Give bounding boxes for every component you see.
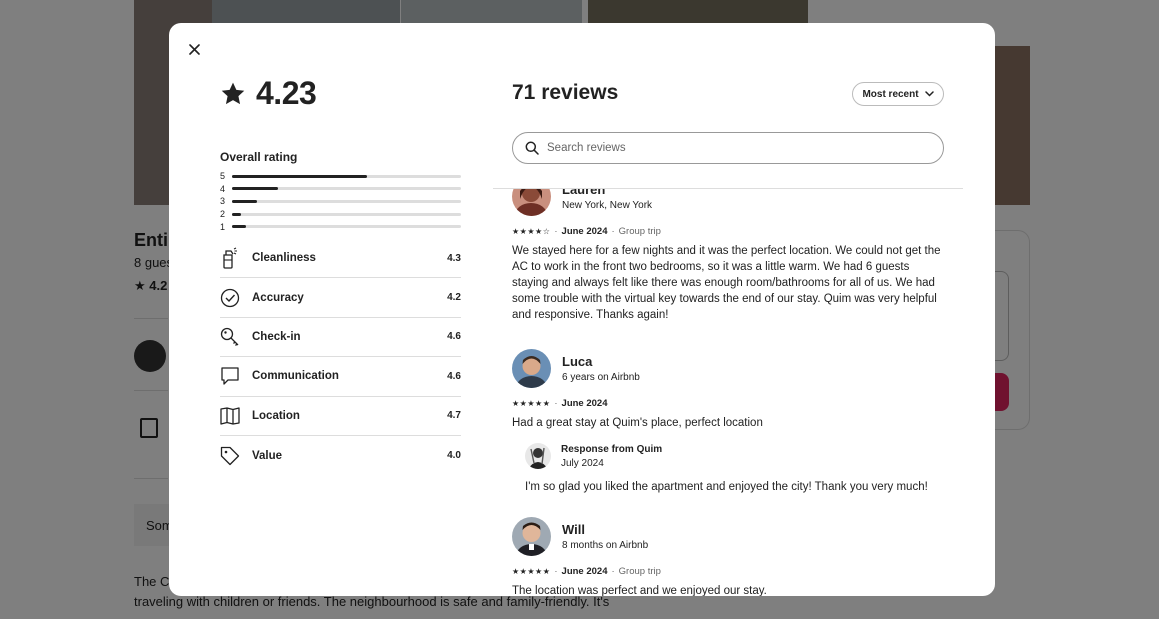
category-name: Value bbox=[252, 449, 283, 462]
category-name: Cleanliness bbox=[252, 252, 316, 265]
close-icon bbox=[188, 43, 200, 55]
tag-icon bbox=[220, 446, 252, 466]
rating-bar-track bbox=[232, 187, 461, 191]
category-score: 4.3 bbox=[447, 252, 461, 264]
rating-bar-label: 1 bbox=[220, 221, 226, 232]
search-icon bbox=[525, 141, 539, 155]
host-avatar[interactable] bbox=[525, 443, 551, 469]
search-bar[interactable] bbox=[512, 132, 944, 164]
reviewer-avatar[interactable] bbox=[512, 349, 551, 388]
reviews-list[interactable]: Lauren New York, New York ★★★★☆ · June 2… bbox=[512, 189, 952, 596]
review-text: The location was perfect and we enjoyed … bbox=[512, 585, 767, 596]
sort-dropdown[interactable]: Most recent bbox=[852, 82, 944, 106]
reviewer-tenure: 8 months on Airbnb bbox=[562, 540, 649, 551]
category-name: Communication bbox=[252, 370, 339, 383]
category-accuracy: Accuracy 4.2 bbox=[220, 278, 461, 318]
reviewer-avatar[interactable] bbox=[512, 517, 551, 556]
check-circle-icon bbox=[220, 288, 252, 308]
category-score: 4.6 bbox=[447, 331, 461, 343]
category-name: Location bbox=[252, 409, 300, 422]
category-score: 4.6 bbox=[447, 370, 461, 382]
review-item: Will 8 months on Airbnb ★★★★★ · June 202… bbox=[512, 517, 948, 596]
trip-type: Group trip bbox=[618, 566, 661, 577]
category-location: Location 4.7 bbox=[220, 397, 461, 436]
category-score: 4.0 bbox=[447, 450, 461, 462]
overall-score: 4.23 bbox=[220, 75, 461, 112]
review-date: June 2024 bbox=[561, 398, 608, 409]
category-name: Accuracy bbox=[252, 291, 304, 304]
close-button[interactable] bbox=[183, 38, 205, 60]
reviewer-tenure: 6 years on Airbnb bbox=[562, 372, 640, 383]
rating-bar-2: 2 bbox=[220, 208, 461, 221]
reviewer-location: New York, New York bbox=[562, 200, 653, 211]
spray-bottle-icon bbox=[220, 247, 252, 269]
rating-bar-label: 2 bbox=[220, 209, 226, 220]
chevron-down-icon bbox=[924, 91, 934, 97]
rating-bar-track bbox=[232, 212, 461, 216]
review-stars: ★★★★☆ bbox=[512, 227, 551, 236]
rating-bar-fill bbox=[232, 187, 278, 191]
sort-label: Most recent bbox=[862, 88, 919, 100]
star-icon bbox=[221, 82, 245, 104]
review-stars: ★★★★★ bbox=[512, 567, 551, 576]
rating-bar-1: 1 bbox=[220, 220, 461, 233]
trip-type: Group trip bbox=[618, 226, 661, 237]
rating-bar-track bbox=[232, 225, 461, 229]
response-date: July 2024 bbox=[561, 457, 604, 469]
review-text: We stayed here for a few nights and it w… bbox=[512, 245, 941, 321]
category-score: 4.2 bbox=[447, 292, 461, 304]
rating-bar-fill bbox=[232, 225, 246, 229]
response-text: I'm so glad you liked the apartment and … bbox=[525, 481, 928, 493]
rating-bar-label: 3 bbox=[220, 196, 226, 207]
rating-summary: 4.23 Overall rating 54 3 21 Cleanliness 4.3… bbox=[220, 75, 461, 475]
reviewer-name: Luca bbox=[562, 354, 593, 369]
rating-bar-fill bbox=[232, 212, 242, 216]
category-score: 4.7 bbox=[447, 410, 461, 422]
review-date: June 2024 bbox=[561, 566, 608, 577]
reviewer-avatar[interactable] bbox=[512, 189, 551, 216]
rating-bar-4: 4 bbox=[220, 183, 461, 196]
review-item: Luca 6 years on Airbnb ★★★★★ · June 2024… bbox=[512, 349, 948, 493]
rating-bar-fill bbox=[232, 174, 368, 178]
category-ratings: Cleanliness 4.3 Accuracy 4.2 Check-in 4.6 Comm… bbox=[220, 239, 461, 475]
chat-bubble-icon bbox=[220, 366, 252, 386]
category-cleanliness: Cleanliness 4.3 bbox=[220, 239, 461, 279]
rating-bar-fill bbox=[232, 199, 258, 203]
review-text: Had a great stay at Quim's place, perfec… bbox=[512, 417, 763, 429]
rating-bar-label: 5 bbox=[220, 171, 226, 182]
host-response: Response from Quim July 2024 I'm so glad… bbox=[525, 443, 948, 493]
category-value: Value 4.0 bbox=[220, 436, 461, 475]
review-item: Lauren New York, New York ★★★★☆ · June 2… bbox=[512, 189, 948, 323]
reviews-modal: 4.23 Overall rating 54 3 21 Cleanliness 4.3… bbox=[169, 23, 995, 596]
review-stars: ★★★★★ bbox=[512, 399, 551, 408]
map-icon bbox=[220, 407, 252, 425]
rating-distribution: 54 3 21 bbox=[220, 170, 461, 233]
key-icon bbox=[220, 327, 252, 347]
rating-bar-3: 3 bbox=[220, 195, 461, 208]
category-communication: Communication 4.6 bbox=[220, 357, 461, 397]
category-check-in: Check-in 4.6 bbox=[220, 318, 461, 358]
reviews-panel: 71 reviews Most recent Lauren New York, … bbox=[493, 23, 963, 596]
rating-bar-label: 4 bbox=[220, 183, 226, 194]
rating-bar-5: 5 bbox=[220, 170, 461, 183]
response-author: Response from Quim bbox=[561, 443, 663, 455]
reviewer-name: Will bbox=[562, 522, 585, 537]
review-date: June 2024 bbox=[561, 226, 608, 237]
rating-bar-track bbox=[232, 174, 461, 178]
overall-rating-label: Overall rating bbox=[220, 150, 298, 164]
overall-score-value: 4.23 bbox=[256, 75, 317, 111]
reviewer-name: Lauren bbox=[562, 189, 606, 197]
category-name: Check-in bbox=[252, 330, 301, 343]
rating-bar-track bbox=[232, 199, 461, 203]
reviews-count-title: 71 reviews bbox=[512, 81, 619, 104]
search-input[interactable] bbox=[547, 142, 907, 154]
